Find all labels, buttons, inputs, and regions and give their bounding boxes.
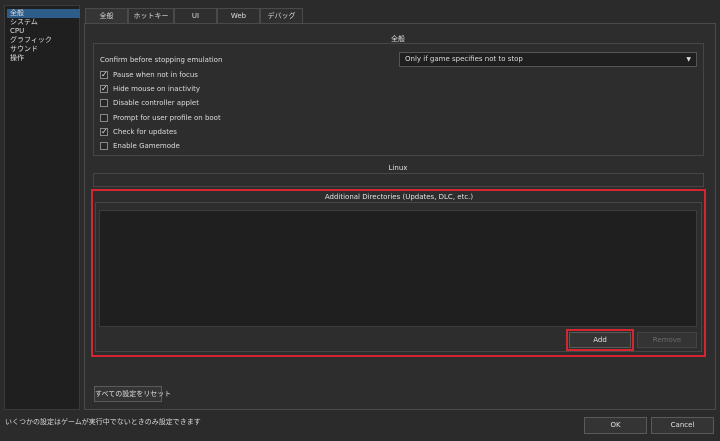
cancel-button[interactable]: Cancel (651, 417, 714, 434)
checkbox-label: Pause when not in focus (113, 71, 198, 79)
chevron-down-icon: ▼ (686, 56, 691, 63)
checkmark-icon: ✓ (101, 84, 108, 93)
checkmark-icon: ✓ (101, 70, 108, 79)
checkbox-box[interactable]: ✓ (100, 84, 108, 93)
tab-debug[interactable]: デバッグ (260, 8, 303, 24)
checkbox-label: Disable controller applet (113, 99, 199, 107)
sidebar-item-cpu[interactable]: CPU (7, 27, 80, 36)
remove-directory-button[interactable]: Remove (637, 332, 697, 348)
sidebar-item-controls[interactable]: 操作 (7, 54, 80, 63)
tab-hotkeys[interactable]: ホットキー (128, 8, 174, 24)
add-button-highlight (566, 329, 634, 351)
checkbox-label: Check for updates (113, 128, 177, 136)
sidebar-item-general[interactable]: 全般 (7, 9, 80, 18)
checkbox-label: Prompt for user profile on boot (113, 114, 221, 122)
linux-section-title: Linux (388, 164, 408, 172)
checkbox-box[interactable] (100, 99, 108, 107)
settings-category-list[interactable]: 全般 システム CPU グラフィック サウンド 操作 (4, 5, 80, 410)
sidebar-item-graphics[interactable]: グラフィック (7, 36, 80, 45)
checkbox-box[interactable]: ✓ (100, 127, 108, 136)
reset-all-settings-button[interactable]: すべての設定をリセット (94, 386, 171, 402)
confirm-stop-dropdown[interactable]: Only if game specifies not to stop ▼ (399, 52, 697, 67)
checkmark-icon: ✓ (101, 127, 108, 136)
tab-ui[interactable]: UI (174, 8, 217, 24)
directories-list[interactable] (99, 210, 697, 327)
linux-group-frame (93, 173, 704, 187)
status-message: いくつかの設定はゲームが実行中でないときのみ設定できます (5, 418, 201, 426)
checkbox-box[interactable]: ✓ (100, 70, 108, 79)
tab-web[interactable]: Web (217, 8, 260, 24)
checkbox-label: Enable Gamemode (113, 142, 180, 150)
checkbox-box[interactable] (100, 114, 108, 122)
ok-button[interactable]: OK (584, 417, 647, 434)
additional-directories-title: Additional Directories (Updates, DLC, et… (324, 193, 474, 201)
confirm-stop-label: Confirm before stopping emulation (100, 56, 223, 64)
checkbox-box[interactable] (100, 142, 108, 150)
sidebar-item-system[interactable]: システム (7, 18, 80, 27)
confirm-stop-value: Only if game specifies not to stop (405, 55, 523, 63)
checkbox-label: Hide mouse on inactivity (113, 85, 201, 93)
sidebar-item-audio[interactable]: サウンド (7, 45, 80, 54)
